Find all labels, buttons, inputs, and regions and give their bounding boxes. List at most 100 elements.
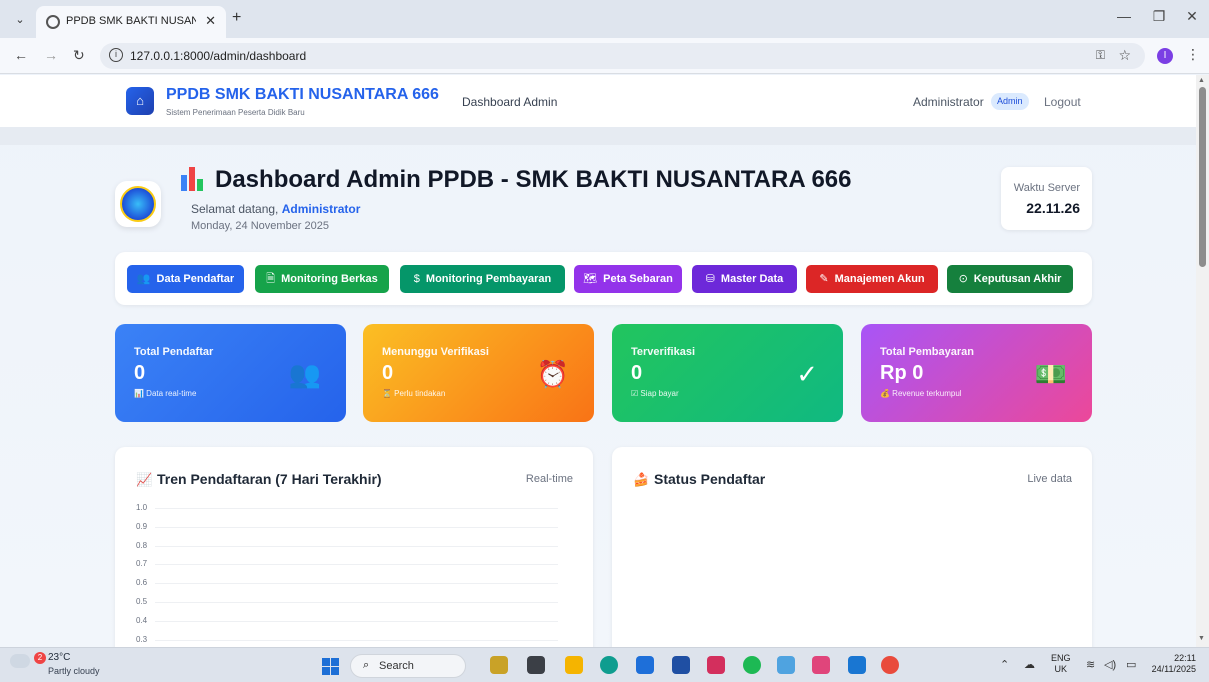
onedrive-icon[interactable]: ☁ — [1024, 658, 1035, 671]
edge-icon[interactable] — [600, 656, 618, 674]
volume-icon[interactable]: ◁) — [1104, 658, 1116, 671]
y-tick-label: 0.9 — [136, 521, 148, 531]
y-tick-label: 0.4 — [136, 615, 148, 625]
page-scrollbar[interactable]: ▲ ▼ — [1196, 75, 1209, 647]
laragon-icon[interactable] — [672, 656, 690, 674]
scroll-down-icon[interactable]: ▼ — [1198, 635, 1205, 642]
file-explorer-icon[interactable] — [565, 656, 583, 674]
stat-card-menunggu-verifikasi: Menunggu Verifikasi 0 ⏳ Perlu tindakan ⏰ — [363, 324, 594, 422]
keyboard-layout: UK — [1054, 664, 1068, 674]
restore-icon[interactable]: ❐ — [1145, 8, 1173, 25]
peta-sebaran-button[interactable]: 🗺 Peta Sebaran — [574, 265, 682, 293]
welcome-prefix: Selamat datang, — [191, 202, 282, 216]
spotify-icon[interactable] — [743, 656, 761, 674]
line-chart-icon: 📈 — [136, 472, 153, 487]
stat-value: 0 — [134, 362, 146, 384]
y-gridline — [155, 583, 558, 585]
mcafee-icon[interactable] — [707, 656, 725, 674]
wifi-icon[interactable]: ≋ — [1086, 658, 1095, 671]
browser-tab-strip: ⌄ PPDB SMK BAKTI NUSANTARA ✕ + — ❐ ✕ — [0, 0, 1209, 38]
store-icon[interactable] — [636, 656, 654, 674]
monitoring-berkas-button[interactable]: 🗎 Monitoring Berkas — [255, 265, 389, 293]
manajemen-akun-button[interactable]: ✎ Manajemen Akun — [806, 265, 938, 293]
battery-icon[interactable]: ▭ — [1126, 658, 1136, 671]
forward-icon[interactable]: → — [44, 47, 58, 63]
welcome-text: Selamat datang, Administrator — [191, 202, 360, 216]
button-label: Keputusan Akhir — [973, 273, 1062, 285]
y-gridline — [155, 639, 558, 641]
y-gridline — [155, 602, 558, 603]
document-icon: 🗎 — [266, 273, 276, 285]
status-panel-title: Status Pendaftar — [654, 471, 766, 487]
nav-divider-strip — [0, 127, 1196, 145]
users-icon: 👥 — [288, 359, 321, 389]
language-indicator[interactable]: ENG UK — [1051, 653, 1071, 675]
brand-subtitle: Sistem Penerimaan Peserta Didik Baru — [166, 108, 305, 117]
master-data-button[interactable]: ⛁ Master Data — [692, 265, 797, 293]
button-label: Monitoring Pembayaran — [425, 273, 552, 285]
stat-label: Menunggu Verifikasi — [382, 346, 489, 358]
chrome-icon[interactable] — [881, 656, 899, 674]
stat-card-total-pendaftar: Total Pendaftar 0 📊 Data real-time 👥 — [115, 324, 346, 422]
checkmark-icon: ✓ — [796, 359, 818, 389]
keputusan-akhir-button[interactable]: ⊙ Keputusan Akhir — [947, 265, 1073, 293]
weather-temp[interactable]: 23°C — [48, 652, 70, 663]
stat-value: 0 — [631, 362, 643, 384]
trend-chart-panel: 📈 Tren Pendaftaran (7 Hari Terakhir) Rea… — [115, 447, 593, 647]
notepad-icon[interactable] — [777, 656, 795, 674]
logout-link[interactable]: Logout — [1044, 95, 1081, 109]
page-title: Dashboard Admin PPDB - SMK BAKTI NUSANTA… — [215, 166, 852, 193]
stat-label: Total Pembayaran — [880, 346, 974, 358]
profile-avatar[interactable]: I — [1157, 48, 1173, 64]
system-clock[interactable]: 22:11 24/11/2025 — [1150, 653, 1196, 675]
search-icon: ⌕ — [363, 659, 370, 671]
vscode-icon[interactable] — [848, 656, 866, 674]
stat-label: Total Pendaftar — [134, 346, 214, 358]
scroll-up-icon[interactable]: ▲ — [1198, 77, 1205, 84]
close-window-icon[interactable]: ✕ — [1178, 8, 1206, 25]
back-icon[interactable]: ← — [14, 47, 28, 63]
widgets-icon[interactable] — [490, 656, 508, 674]
app-navbar: ⌂ PPDB SMK BAKTI NUSANTARA 666 Sistem Pe… — [0, 75, 1196, 127]
taskbar-search[interactable]: ⌕ Search — [350, 654, 466, 678]
url-text[interactable]: 127.0.0.1:8000/admin/dashboard — [130, 49, 306, 63]
new-tab-icon[interactable]: + — [232, 9, 241, 27]
user-edit-icon: ✎ — [819, 273, 829, 285]
address-bar[interactable]: i 127.0.0.1:8000/admin/dashboard ⚿ ☆ — [100, 43, 1145, 69]
task-view-icon[interactable] — [527, 656, 545, 674]
reload-icon[interactable]: ↻ — [73, 47, 85, 64]
school-building-icon[interactable]: ⌂ — [126, 87, 154, 115]
snipping-tool-icon[interactable] — [812, 656, 830, 674]
tab-close-icon[interactable]: ✕ — [205, 13, 216, 29]
nav-dashboard-link[interactable]: Dashboard Admin — [462, 95, 557, 109]
weather-badge: 2 — [34, 652, 46, 664]
clock-time: 22:11 — [1174, 653, 1196, 663]
minimize-icon[interactable]: — — [1110, 8, 1138, 24]
server-time-label: Waktu Server — [1013, 182, 1080, 194]
stat-value: 0 — [382, 362, 394, 384]
quick-actions-bar: 👥 Data Pendaftar 🗎 Monitoring Berkas $ Moni… — [115, 252, 1092, 305]
bookmark-star-icon[interactable]: ☆ — [1118, 47, 1131, 64]
y-gridline — [155, 620, 558, 622]
status-chart-panel: 🍰 Status Pendaftar Live data — [612, 447, 1092, 647]
password-key-icon[interactable]: ⚿ — [1096, 48, 1105, 63]
brand-name[interactable]: PPDB SMK BAKTI NUSANTARA 666 — [166, 86, 439, 104]
browser-toolbar: ← → ↻ i 127.0.0.1:8000/admin/dashboard ⚿… — [0, 38, 1209, 74]
weather-desc[interactable]: Partly cloudy — [48, 666, 100, 676]
tray-chevron-icon[interactable]: ⌃ — [1000, 658, 1009, 671]
current-date: Monday, 24 November 2025 — [191, 220, 329, 232]
monitoring-pembayaran-button[interactable]: $ Monitoring Pembayaran — [400, 265, 565, 293]
scrollbar-thumb[interactable] — [1199, 87, 1206, 267]
data-pendaftar-button[interactable]: 👥 Data Pendaftar — [127, 265, 244, 293]
windows-start-icon[interactable] — [322, 658, 339, 675]
tab-search-icon[interactable]: ⌄ — [10, 10, 30, 30]
y-tick-label: 0.6 — [136, 578, 148, 588]
stat-card-total-pembayaran: Total Pembayaran Rp 0 💰 Revenue terkumpu… — [861, 324, 1092, 422]
browser-tab[interactable]: PPDB SMK BAKTI NUSANTARA ✕ — [36, 6, 226, 38]
os-taskbar: 2 23°C Partly cloudy ⌕ Search ⌃ ☁ ENG UK… — [0, 647, 1209, 682]
cloud-icon[interactable] — [10, 654, 30, 668]
alarm-clock-icon: ⏰ — [536, 359, 569, 389]
site-info-icon[interactable]: i — [109, 48, 123, 62]
browser-menu-icon[interactable]: ⋮ — [1186, 46, 1200, 63]
stat-label: Terverifikasi — [631, 346, 696, 358]
